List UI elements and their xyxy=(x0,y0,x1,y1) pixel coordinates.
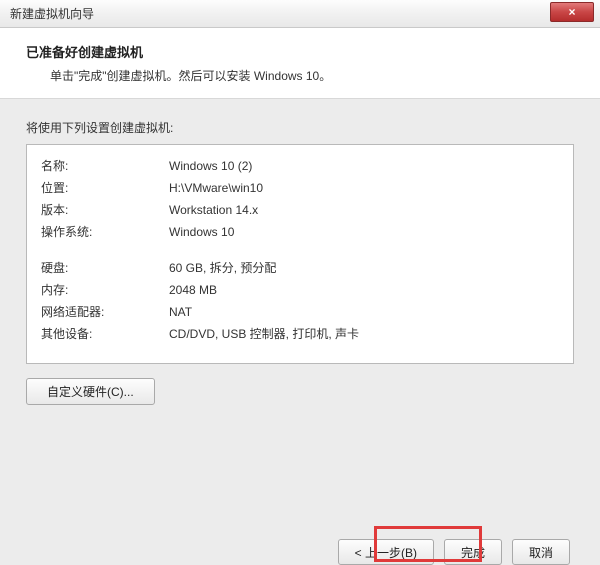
intro-text: 将使用下列设置创建虚拟机: xyxy=(26,119,574,136)
summary-row: 网络适配器:NAT xyxy=(41,301,559,323)
finish-button[interactable]: 完成 xyxy=(444,539,502,565)
row-value: 2048 MB xyxy=(169,279,559,301)
row-value: NAT xyxy=(169,301,559,323)
header-panel: 已准备好创建虚拟机 单击"完成"创建虚拟机。然后可以安装 Windows 10。 xyxy=(0,28,600,99)
summary-row: 名称:Windows 10 (2) xyxy=(41,155,559,177)
header-title: 已准备好创建虚拟机 xyxy=(26,42,590,61)
summary-row: 版本:Workstation 14.x xyxy=(41,199,559,221)
row-value: Workstation 14.x xyxy=(169,199,559,221)
row-value: H:\VMware\win10 xyxy=(169,177,559,199)
back-button[interactable]: < 上一步(B) xyxy=(338,539,434,565)
body-area: 将使用下列设置创建虚拟机: 名称:Windows 10 (2) 位置:H:\VM… xyxy=(0,119,600,405)
row-value: CD/DVD, USB 控制器, 打印机, 声卡 xyxy=(169,323,559,345)
row-value: 60 GB, 拆分, 预分配 xyxy=(169,257,559,279)
summary-row: 内存:2048 MB xyxy=(41,279,559,301)
titlebar: 新建虚拟机向导 × xyxy=(0,0,600,28)
cancel-button[interactable]: 取消 xyxy=(512,539,570,565)
summary-row: 位置:H:\VMware\win10 xyxy=(41,177,559,199)
row-label: 名称: xyxy=(41,155,169,177)
row-label: 操作系统: xyxy=(41,221,169,243)
customize-hardware-button[interactable]: 自定义硬件(C)... xyxy=(26,378,155,405)
row-label: 位置: xyxy=(41,177,169,199)
summary-row: 操作系统:Windows 10 xyxy=(41,221,559,243)
header-subtitle: 单击"完成"创建虚拟机。然后可以安装 Windows 10。 xyxy=(26,67,590,84)
row-value: Windows 10 (2) xyxy=(169,155,559,177)
row-value: Windows 10 xyxy=(169,221,559,243)
close-button[interactable]: × xyxy=(550,2,594,22)
close-icon: × xyxy=(568,5,575,19)
row-label: 硬盘: xyxy=(41,257,169,279)
customize-row: 自定义硬件(C)... xyxy=(26,378,574,405)
window-title: 新建虚拟机向导 xyxy=(10,5,94,22)
summary-box: 名称:Windows 10 (2) 位置:H:\VMware\win10 版本:… xyxy=(26,144,574,364)
footer: < 上一步(B) 完成 取消 xyxy=(0,523,600,561)
row-label: 网络适配器: xyxy=(41,301,169,323)
row-label: 其他设备: xyxy=(41,323,169,345)
row-label: 版本: xyxy=(41,199,169,221)
summary-row: 其他设备:CD/DVD, USB 控制器, 打印机, 声卡 xyxy=(41,323,559,345)
summary-row: 硬盘:60 GB, 拆分, 预分配 xyxy=(41,257,559,279)
row-label: 内存: xyxy=(41,279,169,301)
